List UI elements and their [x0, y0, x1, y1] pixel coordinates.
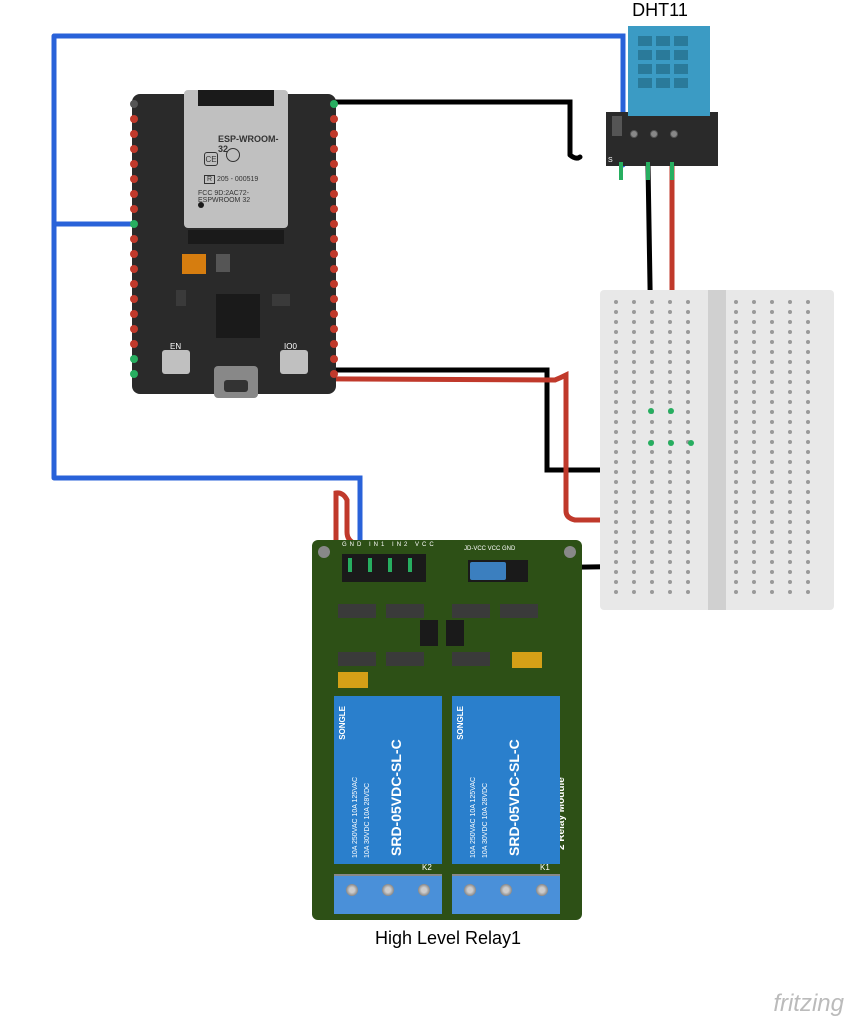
dht11-module: S	[606, 112, 718, 166]
dht-pin-s: S	[608, 157, 613, 164]
esp-en-label: EN	[170, 342, 181, 351]
esp-usb-port	[214, 366, 258, 398]
relay-jumper	[468, 560, 528, 582]
relay-input-header	[342, 554, 426, 582]
dht-sensor-body	[628, 26, 710, 116]
esp32-devkit: ESP-WROOM-32 CE R 205 - 000519 FCC 9D:2A…	[132, 94, 336, 394]
esp-serial: 205 - 000519	[217, 176, 258, 183]
relay-terminal-k1	[452, 874, 560, 914]
relay-label: High Level Relay1	[348, 928, 548, 949]
esp-fcc: FCC 9D:2AC72-ESPWROOM 32	[198, 190, 288, 204]
relay-block-1: SONGLE 10A 250VAC 10A 125VAC 10A 30VDC 1…	[334, 696, 442, 864]
esp-io0-label: IO0	[284, 342, 297, 351]
relay-k2-label: K2	[422, 863, 432, 872]
relay-block-2: SONGLE 10A 250VAC 10A 125VAC 10A 30VDC 1…	[452, 696, 560, 864]
esp-metal-shield: ESP-WROOM-32 CE R 205 - 000519 FCC 9D:2A…	[184, 90, 288, 228]
dht-label: DHT11	[600, 0, 720, 21]
breadboard	[600, 290, 834, 610]
esp-button-en	[162, 350, 190, 374]
watermark: fritzing	[773, 990, 844, 1018]
esp-button-io0	[280, 350, 308, 374]
relay-module: 2 Relay Module GND IN1 IN2 VCC JD-VCC VC…	[312, 540, 582, 920]
relay-k1-label: K1	[540, 863, 550, 872]
relay-terminal-k2	[334, 874, 442, 914]
